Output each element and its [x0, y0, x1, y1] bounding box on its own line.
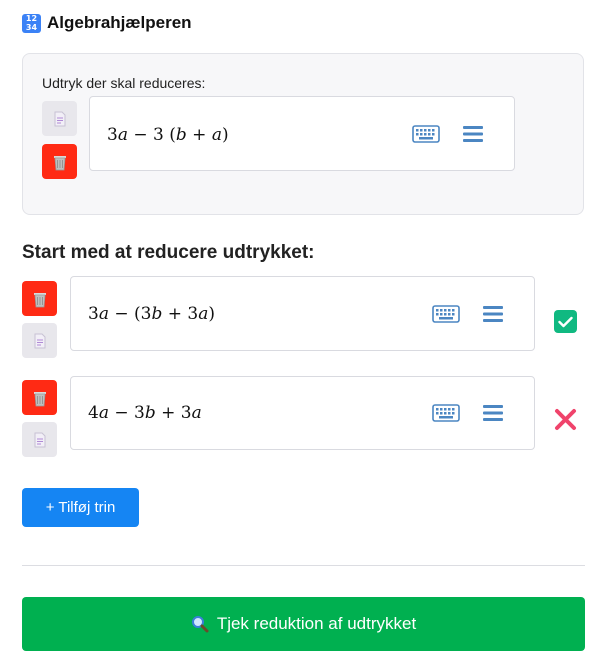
expression-label: Udtryk der skal reduceres:: [42, 75, 206, 91]
delete-expression-button[interactable]: [42, 144, 77, 179]
expression-panel: Udtryk der skal reduceres: 3a − 3 (b + a…: [22, 53, 584, 215]
document-icon: [34, 333, 45, 348]
step-input[interactable]: 3a − (3b + 3a): [70, 276, 535, 351]
add-step-button[interactable]: + Tilføj trin: [22, 488, 139, 527]
app-header: 12 34 Algebrahjælperen: [22, 13, 192, 33]
check-reduction-button[interactable]: Tjek reduktion af udtrykket: [22, 597, 585, 651]
steps-heading: Start med at reducere udtrykket:: [22, 242, 315, 263]
menu-icon[interactable]: [462, 125, 484, 143]
divider: [22, 565, 585, 566]
expression-math: 3a − 3 (b + a): [107, 125, 229, 145]
trash-icon: [53, 155, 66, 170]
document-button[interactable]: [22, 323, 57, 358]
keyboard-icon[interactable]: [432, 305, 460, 323]
delete-step-button[interactable]: [22, 281, 57, 316]
magnifier-icon: [191, 616, 209, 633]
trash-icon: [33, 391, 46, 406]
document-button[interactable]: [22, 422, 57, 457]
trash-icon: [33, 292, 46, 307]
cross-icon: [555, 409, 576, 430]
menu-icon[interactable]: [482, 404, 504, 422]
keyboard-icon[interactable]: [432, 404, 460, 422]
step-math: 3a − (3b + 3a): [88, 304, 216, 324]
document-icon: [54, 111, 65, 126]
step-input[interactable]: 4a − 3b + 3a: [70, 376, 535, 450]
document-button[interactable]: [42, 101, 77, 136]
step-math: 4a − 3b + 3a: [88, 403, 202, 423]
menu-icon[interactable]: [482, 305, 504, 323]
document-icon: [34, 432, 45, 447]
number-grid-icon: 12 34: [22, 13, 41, 33]
expression-input[interactable]: 3a − 3 (b + a): [89, 96, 515, 171]
app-title: Algebrahjælperen: [47, 13, 192, 32]
check-reduction-label: Tjek reduktion af udtrykket: [216, 614, 417, 633]
keyboard-icon[interactable]: [412, 125, 440, 143]
checkmark-icon: [554, 310, 577, 333]
delete-step-button[interactable]: [22, 380, 57, 415]
